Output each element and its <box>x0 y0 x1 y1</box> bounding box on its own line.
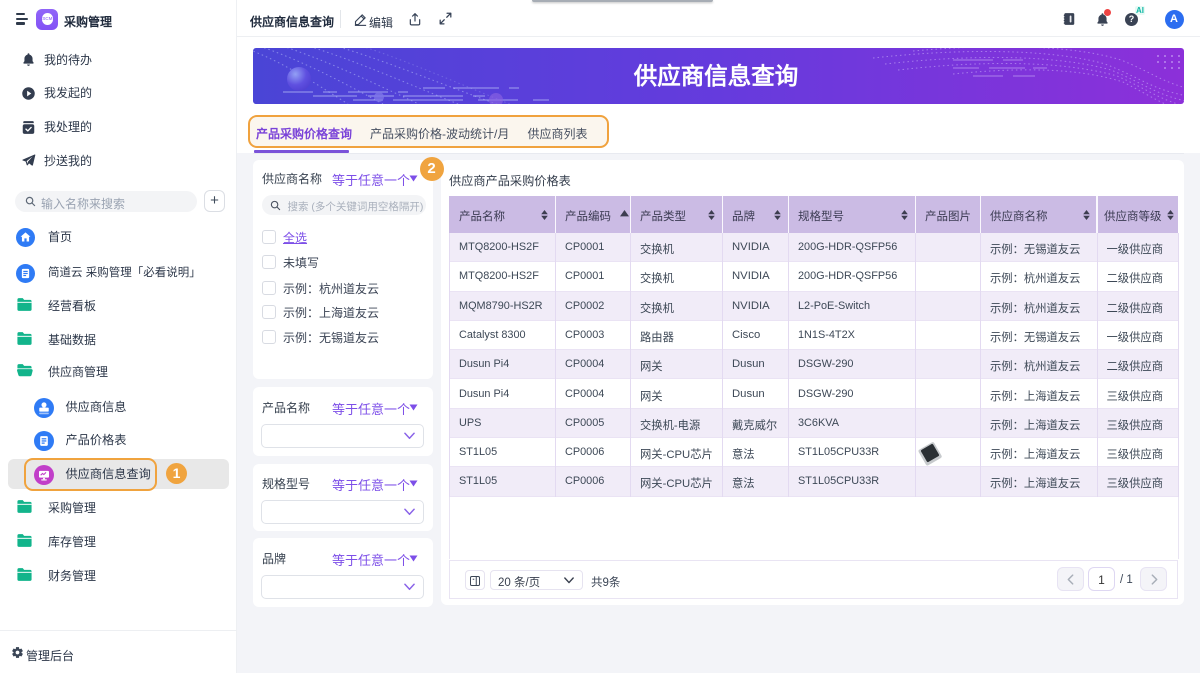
svg-text:供应商信息查询: 供应商信息查询 <box>633 62 799 89</box>
